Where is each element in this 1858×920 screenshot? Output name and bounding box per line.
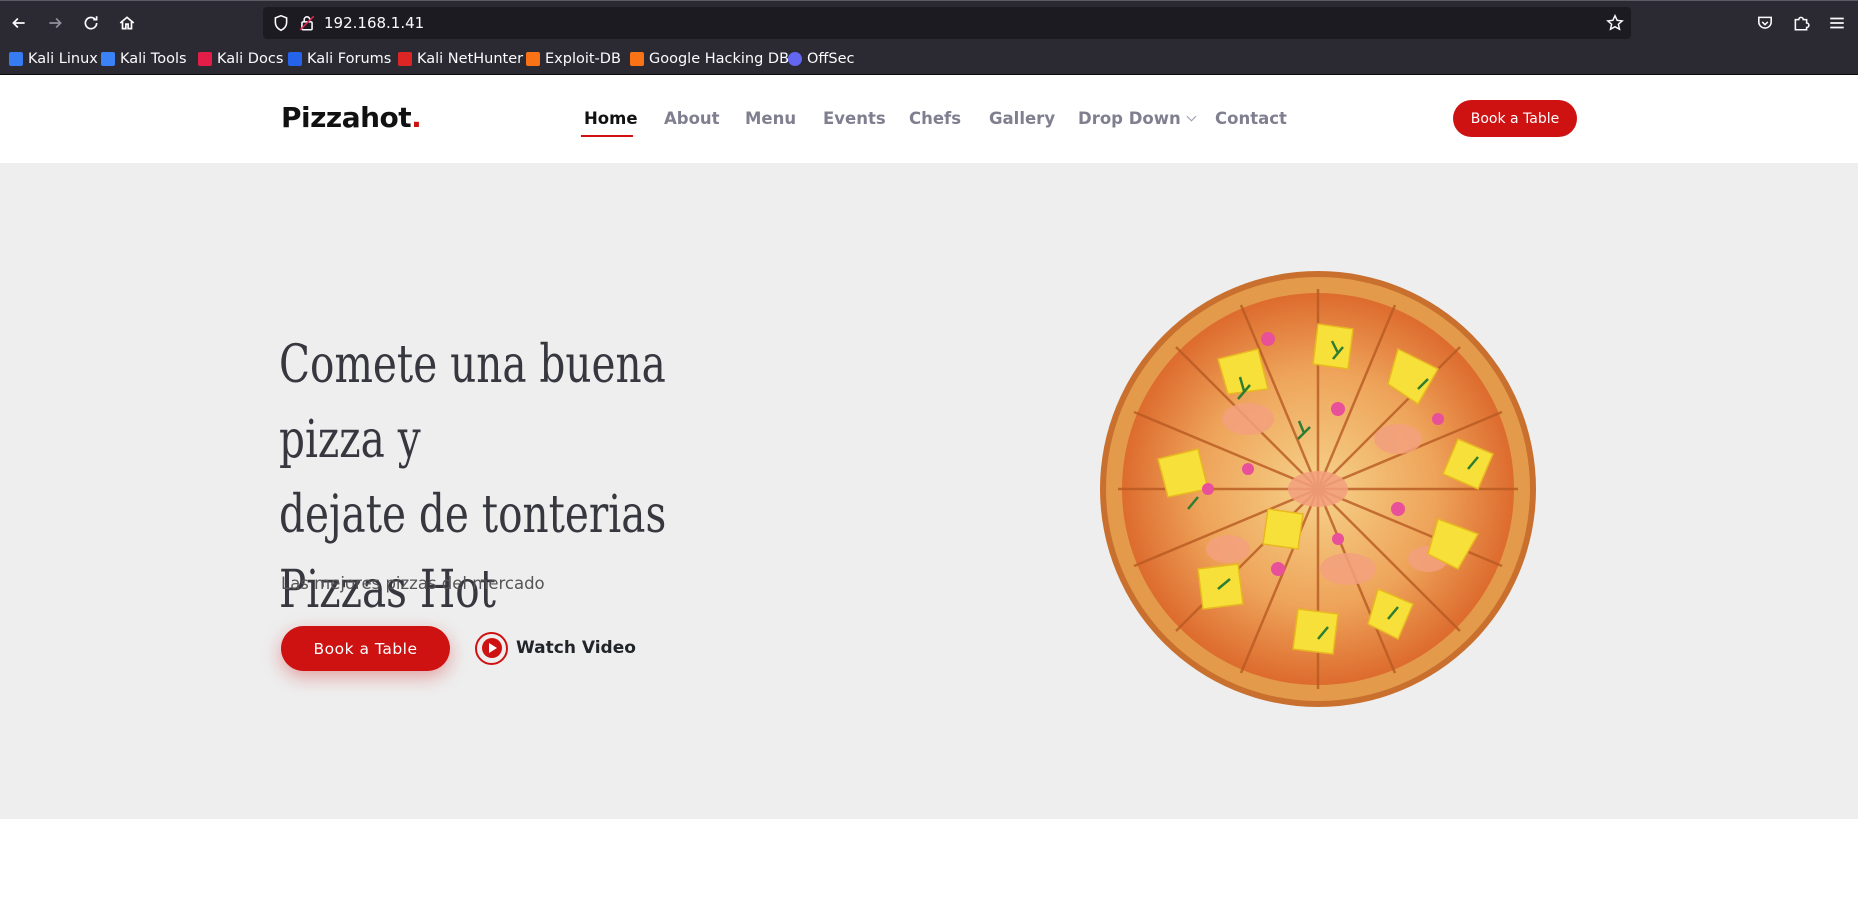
url-text[interactable]: 192.168.1.41 [324, 14, 424, 32]
reload-icon[interactable] [79, 11, 103, 35]
bookmark-label: Google Hacking DB [649, 51, 790, 67]
nav-active-underline [581, 135, 633, 137]
hero-subtitle: Las mejores pizzas del mercado [281, 574, 545, 593]
bookmark-kali-docs[interactable]: Kali Docs [198, 49, 283, 69]
shield-icon[interactable] [272, 14, 290, 32]
google-hacking-db-icon [630, 52, 644, 66]
kali-docs-icon [198, 52, 212, 66]
bookmark-label: Kali Linux [28, 51, 98, 67]
bookmark-label: Kali Forums [307, 51, 392, 67]
nav-home[interactable]: Home [584, 109, 638, 128]
menu-icon[interactable] [1825, 11, 1849, 35]
bookmark-offsec[interactable]: OffSec [788, 49, 855, 69]
bookmark-label: OffSec [807, 51, 855, 67]
logo-dot: . [411, 101, 422, 134]
chevron-down-icon [1186, 111, 1197, 122]
bookmark-label: Kali Docs [217, 51, 284, 67]
watch-video-link[interactable]: Watch Video [475, 630, 636, 666]
offsec-icon [788, 52, 802, 66]
nav-menu[interactable]: Menu [745, 109, 796, 128]
book-table-hero-button[interactable]: Book a Table [281, 626, 450, 671]
back-icon[interactable] [7, 11, 31, 35]
pocket-icon[interactable] [1753, 11, 1777, 35]
exploit-db-icon [526, 52, 540, 66]
page-bottom-area [0, 819, 1858, 920]
extensions-icon[interactable] [1789, 11, 1813, 35]
bookmark-google-hacking-db[interactable]: Google Hacking DB [630, 49, 789, 69]
home-icon[interactable] [115, 11, 139, 35]
logo-text: Pizzahot [281, 101, 412, 134]
bookmark-exploit-db[interactable]: Exploit-DB [526, 49, 621, 69]
bookmark-kali-nethunter[interactable]: Kali NetHunter [398, 49, 523, 69]
site-logo[interactable]: Pizzahot. [281, 101, 422, 134]
watch-video-label: Watch Video [516, 638, 636, 658]
kali-forums-icon [288, 52, 302, 66]
nav-about[interactable]: About [664, 109, 720, 128]
nav-drop-down-label: Drop Down [1078, 109, 1181, 128]
kali-dragon-icon [9, 52, 23, 66]
kali-nethunter-icon [398, 52, 412, 66]
star-icon[interactable] [1606, 13, 1624, 32]
hero-title-line: Comete una buena pizza y [279, 335, 666, 470]
bookmark-label: Kali NetHunter [417, 51, 524, 67]
kali-tools-icon [101, 52, 115, 66]
bookmark-kali-forums[interactable]: Kali Forums [288, 49, 391, 69]
nav-gallery[interactable]: Gallery [989, 109, 1055, 128]
bookmark-label: Kali Tools [120, 51, 187, 67]
nav-chefs[interactable]: Chefs [909, 109, 961, 128]
hero-title-line: dejate de tonterias [279, 485, 667, 545]
lock-icon[interactable] [298, 14, 316, 32]
book-table-header-button[interactable]: Book a Table [1453, 100, 1577, 137]
bookmark-kali-tools[interactable]: Kali Tools [101, 49, 187, 69]
nav-contact[interactable]: Contact [1215, 109, 1287, 128]
browser-toolbar: 192.168.1.41 [0, 0, 1858, 44]
url-bar[interactable]: 192.168.1.41 [263, 7, 1631, 39]
bookmark-label: Exploit-DB [545, 51, 621, 67]
nav-drop-down[interactable]: Drop Down [1078, 109, 1197, 128]
bookmarks-bar: Kali Linux Kali Tools Kali Docs Kali For… [0, 44, 1858, 75]
pizza-image [1100, 271, 1536, 707]
nav-events[interactable]: Events [823, 109, 886, 128]
forward-icon[interactable] [43, 11, 67, 35]
play-icon[interactable] [475, 631, 508, 665]
site-header: Pizzahot. Home About Menu Events Chefs G… [0, 75, 1858, 163]
hero-section: Comete una buena pizza y dejate de tonte… [0, 163, 1858, 819]
bookmark-kali-linux[interactable]: Kali Linux [9, 49, 98, 69]
